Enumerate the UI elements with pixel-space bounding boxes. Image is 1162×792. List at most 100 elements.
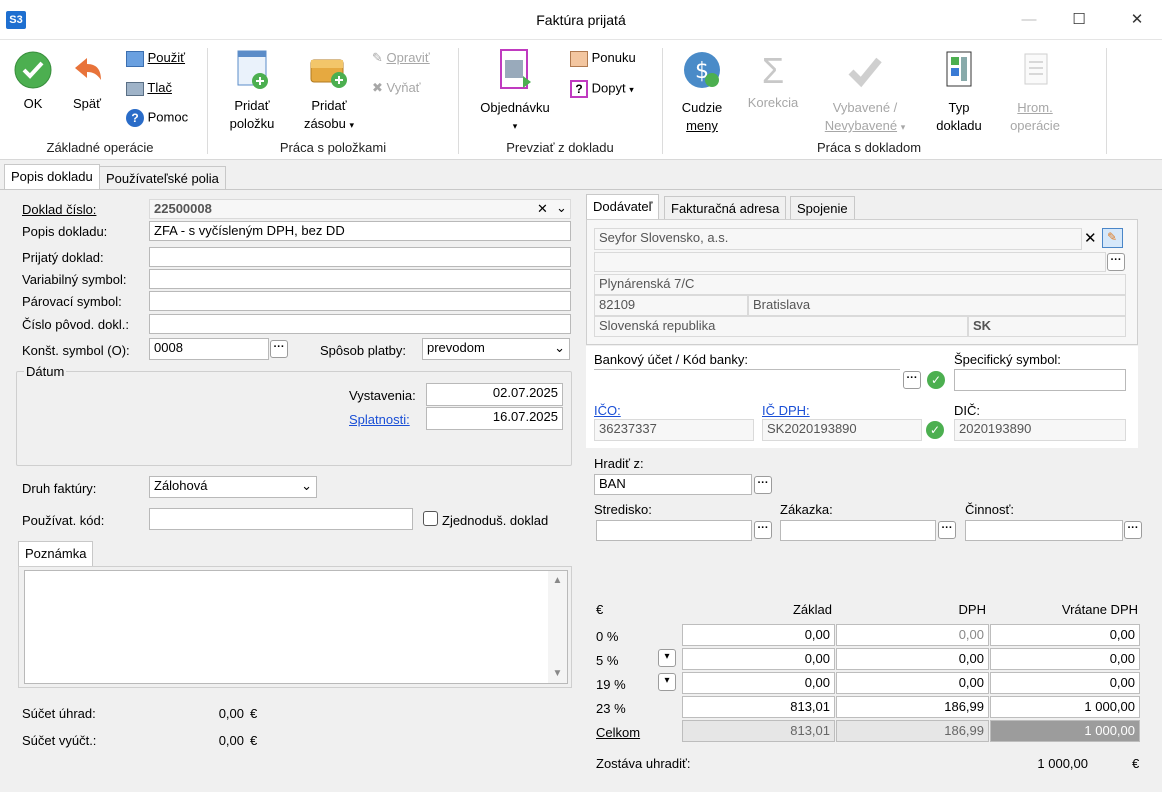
tab-contact[interactable]: Spojenie xyxy=(790,196,855,220)
vat-rate-label: 23 % xyxy=(596,701,626,716)
due-date-label[interactable]: Splatnosti: xyxy=(349,412,410,427)
use-button[interactable]: Použiť xyxy=(126,50,185,67)
offer-button[interactable]: Ponuku xyxy=(570,50,636,67)
offer-label: Ponuku xyxy=(591,50,636,65)
supplier-name-field[interactable]: Seyfor Slovensko, a.s. xyxy=(594,228,1082,250)
issue-date-field[interactable]: 02.07.2025 xyxy=(426,383,563,406)
ok-button[interactable]: OK xyxy=(10,50,56,113)
supplier-browse-button[interactable]: ··· xyxy=(1107,253,1125,271)
bank-browse-button[interactable]: ··· xyxy=(903,371,921,389)
chevron-down-icon: ⌄ xyxy=(554,340,565,355)
invoice-type-select[interactable]: Zálohová ⌄ xyxy=(149,476,317,498)
back-button[interactable]: Späť xyxy=(64,50,110,113)
vat-total-cell[interactable]: 0,00 xyxy=(990,624,1140,646)
demand-button[interactable]: ? Dopyt ▾ xyxy=(570,80,634,98)
pay-from-browse-button[interactable]: ··· xyxy=(754,476,772,494)
ico-field[interactable]: 36237337 xyxy=(594,419,754,441)
sum-payments-value: 0,00 xyxy=(218,706,244,721)
vat-amount-cell[interactable]: 186,99 xyxy=(836,696,989,718)
vat-base-cell[interactable]: 0,00 xyxy=(682,624,835,646)
supplier-name2-field[interactable] xyxy=(594,252,1106,272)
doc-number-field[interactable]: 22500008 xyxy=(149,199,571,219)
correction-label: Korekcia xyxy=(747,95,799,110)
icdph-field[interactable]: SK2020193890 xyxy=(762,419,922,441)
order-button[interactable]: Objednávku ▾ xyxy=(470,48,560,135)
settled-toggle-button[interactable]: Vybavené / Nevybavené ▾ xyxy=(812,48,918,136)
vat-currency-label: € xyxy=(596,602,604,617)
supplier-country-field[interactable]: Slovenská republika xyxy=(594,316,968,337)
tab-note[interactable]: Poznámka xyxy=(18,541,94,567)
correction-button[interactable]: Σ Korekcia xyxy=(738,48,808,112)
pay-from-field[interactable]: BAN xyxy=(594,474,752,495)
supplier-city-field[interactable]: Bratislava xyxy=(748,295,1126,316)
icdph-label[interactable]: IČ DPH: xyxy=(762,403,810,418)
document-type-button[interactable]: Typ dokladu xyxy=(926,48,992,135)
vat-base-cell[interactable]: 813,01 xyxy=(682,696,835,718)
tab-description[interactable]: Popis dokladu xyxy=(4,164,100,190)
foreign-currency-button[interactable]: $ Cudzie meny xyxy=(672,48,732,135)
vat-rate-dropdown-button[interactable]: ▾ xyxy=(658,649,676,667)
variable-symbol-field[interactable] xyxy=(149,269,571,289)
vat-amount-cell[interactable]: 0,00 xyxy=(836,648,989,670)
chevron-down-icon[interactable]: ⌄ xyxy=(556,200,567,216)
user-code-field[interactable] xyxy=(149,508,413,530)
note-scrollbar[interactable]: ▲ ▼ xyxy=(548,571,567,683)
vat-sum-base: 813,01 xyxy=(682,720,835,742)
const-symbol-field[interactable]: 0008 xyxy=(149,338,269,360)
original-doc-field[interactable] xyxy=(149,314,571,334)
tab-user-fields[interactable]: Používateľské polia xyxy=(99,166,226,190)
received-doc-field[interactable] xyxy=(149,247,571,267)
supplier-zip-field[interactable]: 82109 xyxy=(594,295,748,316)
ribbon-separator xyxy=(1106,48,1107,154)
cost-center-browse-button[interactable]: ··· xyxy=(754,521,772,539)
specific-symbol-field[interactable] xyxy=(954,369,1126,391)
simplified-doc-checkbox[interactable] xyxy=(423,511,438,526)
remove-button[interactable]: ✖ Vyňať xyxy=(372,80,421,96)
supplier-street-field[interactable]: Plynárenská 7/C xyxy=(594,274,1126,295)
vat-sum-label: Celkom xyxy=(596,725,641,740)
pairing-symbol-field[interactable] xyxy=(149,291,571,311)
minimize-button[interactable]: — xyxy=(1006,8,1052,32)
tab-billing-address[interactable]: Fakturačná adresa xyxy=(664,196,787,220)
print-button[interactable]: Tlač xyxy=(126,80,172,96)
edit-supplier-icon[interactable]: ✎ xyxy=(1102,228,1123,248)
add-stock-button[interactable]: Pridať zásobu ▾ xyxy=(294,48,364,134)
vat-base-cell[interactable]: 0,00 xyxy=(682,648,835,670)
const-symbol-browse-button[interactable]: ··· xyxy=(270,340,288,358)
cost-center-field[interactable] xyxy=(596,520,752,541)
vat-amount-cell[interactable]: 0,00 xyxy=(836,672,989,694)
vat-total-cell[interactable]: 0,00 xyxy=(990,648,1140,670)
ico-label[interactable]: IČO: xyxy=(594,403,621,418)
vat-total-cell[interactable]: 1 000,00 xyxy=(990,696,1140,718)
vat-col-base: Základ xyxy=(792,602,832,617)
title-bar: S3 Faktúra prijatá — ☐ ✕ xyxy=(0,0,1162,40)
dic-field[interactable]: 2020193890 xyxy=(954,419,1126,441)
vat-col-vat: DPH xyxy=(958,602,986,617)
tab-supplier[interactable]: Dodávateľ xyxy=(586,194,660,220)
vat-total-cell[interactable]: 0,00 xyxy=(990,672,1140,694)
maximize-button[interactable]: ☐ xyxy=(1056,8,1102,32)
vat-rate-dropdown-button[interactable]: ▾ xyxy=(658,673,676,691)
payment-method-select[interactable]: prevodom ⌄ xyxy=(422,338,570,360)
scroll-up-icon: ▲ xyxy=(552,575,563,586)
note-textarea[interactable] xyxy=(24,570,568,684)
due-date-field[interactable]: 16.07.2025 xyxy=(426,407,563,430)
doc-desc-field[interactable]: ZFA - s vyčísleným DPH, bez DD xyxy=(149,221,571,241)
bulk-operations-button[interactable]: Hrom. operácie xyxy=(1000,48,1070,135)
clear-supplier-icon[interactable]: ✕ xyxy=(1084,229,1097,247)
bank-account-field[interactable] xyxy=(594,369,900,370)
add-item-label-1: Pridať xyxy=(234,98,270,113)
icdph-verified-check-icon: ✓ xyxy=(926,421,944,439)
vat-amount-cell[interactable]: 0,00 xyxy=(836,624,989,646)
close-window-button[interactable]: ✕ xyxy=(1114,8,1160,32)
contract-browse-button[interactable]: ··· xyxy=(938,521,956,539)
help-button[interactable]: ? Pomoc xyxy=(126,109,188,127)
add-item-button[interactable]: Pridať položku xyxy=(220,48,284,133)
supplier-country-code[interactable]: SK xyxy=(968,316,1126,337)
vat-base-cell[interactable]: 0,00 xyxy=(682,672,835,694)
edit-button[interactable]: ✎ Opraviť xyxy=(372,50,430,66)
contract-field[interactable] xyxy=(780,520,936,541)
activity-browse-button[interactable]: ··· xyxy=(1124,521,1142,539)
activity-field[interactable] xyxy=(965,520,1123,541)
clear-icon[interactable]: ✕ xyxy=(537,201,548,217)
